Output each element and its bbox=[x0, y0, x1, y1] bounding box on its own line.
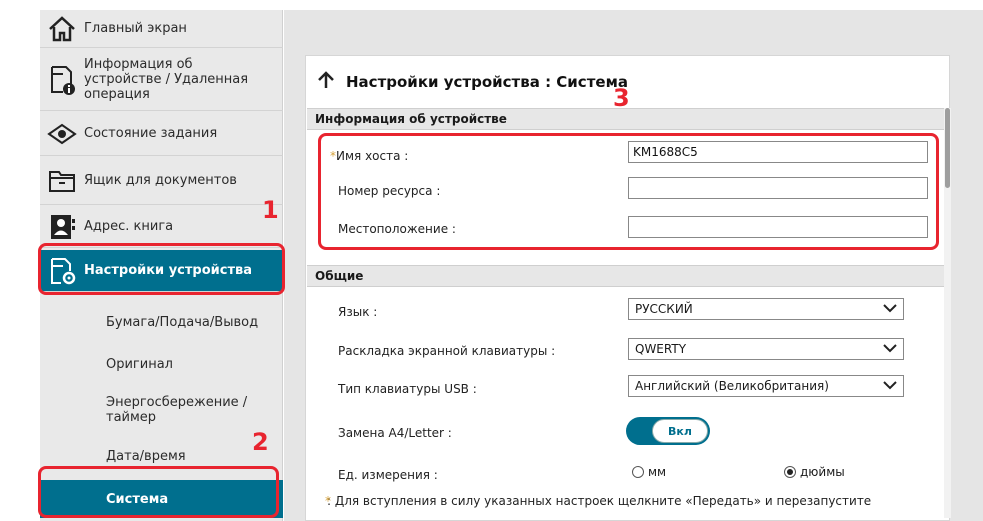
chevron-down-icon bbox=[883, 376, 897, 396]
radio-unselected-icon bbox=[632, 466, 644, 478]
usb-keyboard-label: Тип клавиатуры USB : bbox=[338, 382, 477, 396]
annotation-box-1 bbox=[38, 243, 285, 295]
device-info-icon bbox=[40, 49, 84, 110]
annotation-number-1: 1 bbox=[262, 196, 279, 224]
language-value: РУССКИЙ bbox=[635, 302, 693, 316]
units-radio-mm[interactable]: мм bbox=[632, 465, 666, 479]
language-select[interactable]: РУССКИЙ bbox=[628, 298, 904, 320]
sidebar-subitem-original[interactable]: Оригинал bbox=[40, 346, 283, 382]
radio-selected-icon bbox=[784, 466, 796, 478]
radio-label: мм bbox=[648, 465, 667, 479]
page-title: Настройки устройства : Система bbox=[316, 70, 628, 94]
usb-keyboard-value: Английский (Великобритания) bbox=[635, 379, 829, 393]
radio-label: дюймы bbox=[800, 465, 845, 479]
a4-letter-toggle[interactable]: Вкл bbox=[626, 417, 710, 445]
section-header-general: Общие bbox=[307, 265, 944, 287]
sidebar-item-address-book[interactable]: Адрес. книга bbox=[40, 206, 283, 248]
units-radio-inches[interactable]: дюймы bbox=[784, 465, 845, 479]
footnote: * : Для вступления в силу указанных наст… bbox=[305, 494, 950, 508]
sidebar-item-device-info[interactable]: Информация об устройстве / Удаленная опе… bbox=[40, 49, 283, 111]
arrow-up-icon[interactable] bbox=[316, 70, 336, 94]
chevron-down-icon bbox=[883, 339, 897, 359]
usb-keyboard-select[interactable]: Английский (Великобритания) bbox=[628, 375, 904, 397]
annotation-number-3: 3 bbox=[613, 84, 630, 112]
keyboard-layout-value: QWERTY bbox=[635, 342, 687, 356]
document-box-icon bbox=[40, 157, 84, 204]
settings-panel: Настройки устройства : Система Информаци… bbox=[305, 55, 951, 521]
address-book-icon bbox=[40, 206, 84, 247]
sidebar-subitem-paper[interactable]: Бумага/Подача/Вывод bbox=[40, 304, 283, 340]
scrollbar[interactable] bbox=[944, 108, 951, 518]
home-icon bbox=[40, 10, 84, 47]
footnote-marker: * bbox=[325, 494, 331, 508]
chevron-down-icon bbox=[883, 299, 897, 319]
sidebar-item-label: Ящик для документов bbox=[84, 173, 237, 188]
sidebar-item-label: Адрес. книга bbox=[84, 219, 174, 234]
sidebar-subitem-label: Дата/время bbox=[106, 448, 186, 464]
sidebar-subitem-label: Бумага/Подача/Вывод bbox=[106, 314, 259, 330]
sidebar-item-label: Состояние задания bbox=[84, 126, 218, 141]
keyboard-layout-label: Раскладка экранной клавиатуры : bbox=[338, 344, 556, 358]
annotation-number-2: 2 bbox=[252, 428, 269, 456]
sidebar-item-label: Главный экран bbox=[84, 21, 187, 36]
annotation-box-2 bbox=[38, 466, 279, 518]
language-label: Язык : bbox=[338, 305, 378, 319]
scrollbar-thumb[interactable] bbox=[945, 108, 950, 188]
sidebar-item-label: Информация об устройстве / Удаленная опе… bbox=[84, 57, 249, 102]
footnote-text: : Для вступления в силу указанных настро… bbox=[327, 494, 872, 508]
sidebar-subitem-label: Энергосбережение / таймер bbox=[106, 395, 248, 425]
sidebar-item-home[interactable]: Главный экран bbox=[40, 10, 283, 48]
sidebar-subitem-label: Оригинал bbox=[106, 356, 173, 372]
sidebar-item-document-box[interactable]: Ящик для документов bbox=[40, 157, 283, 205]
annotation-box-3 bbox=[318, 133, 939, 250]
page-title-text: Настройки устройства : Система bbox=[346, 73, 628, 91]
sidebar-item-job-status[interactable]: Состояние задания bbox=[40, 112, 283, 156]
a4-letter-label: Замена A4/Letter : bbox=[338, 426, 452, 440]
screen: Главный экран Информация об устройстве /… bbox=[0, 0, 983, 521]
units-label: Ед. измерения : bbox=[338, 468, 438, 482]
toggle-state-label: Вкл bbox=[652, 419, 708, 443]
sidebar-subitem-energy[interactable]: Энергосбережение / таймер bbox=[40, 388, 283, 432]
eye-icon bbox=[40, 112, 84, 155]
keyboard-layout-select[interactable]: QWERTY bbox=[628, 338, 904, 360]
